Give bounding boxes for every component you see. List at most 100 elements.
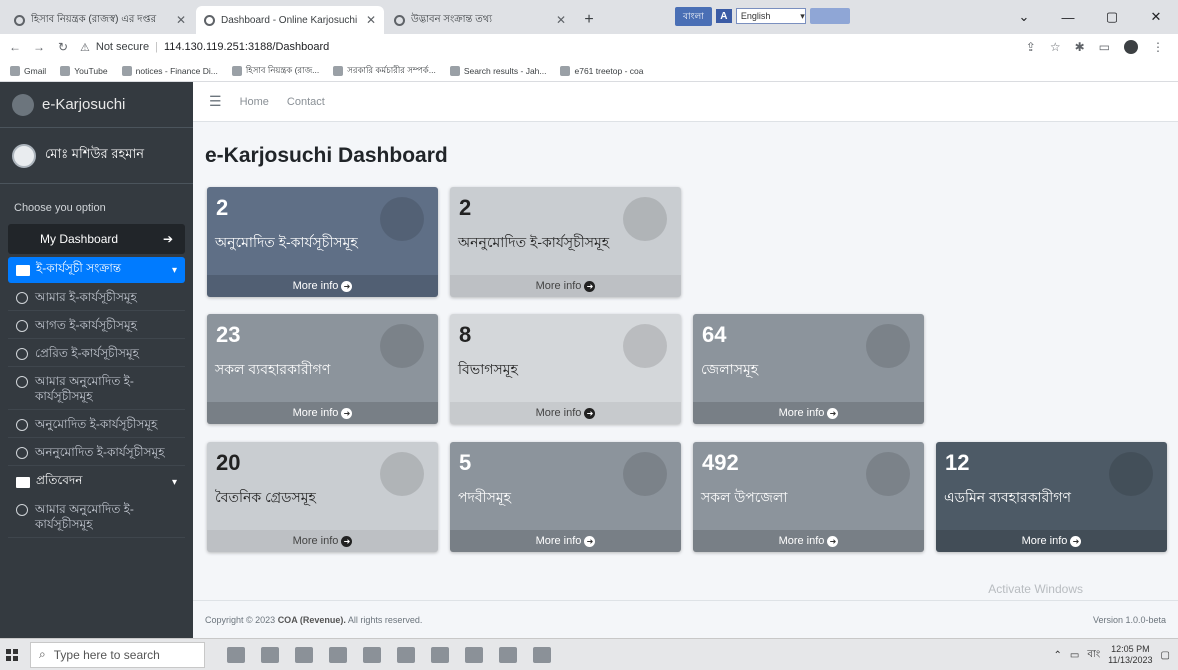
input-language-value: English [740,11,771,21]
bookmark-item[interactable]: Search results - Jah... [449,65,546,76]
chevron-up-icon[interactable]: ⌃ [1054,650,1062,661]
gmail-icon [10,65,20,76]
sidebar-item-approved[interactable]: অনুমোদিত ই-কার্যসূচীসমূহ [8,412,185,438]
circle-icon [16,292,28,304]
new-tab-button[interactable]: + [576,6,602,34]
user-name: মোঃ মশিউর রহমান [45,146,145,161]
card-background-icon [623,197,667,241]
globe-icon [333,65,344,76]
more-info-link[interactable]: More info ➜ [936,530,1167,552]
nav-contact-link[interactable]: Contact [287,96,325,108]
back-arrow-icon[interactable]: ← [8,40,22,54]
sidebar-group-karjosuchi[interactable]: ই-কার্যসূচী সংক্রান্ত ▾ [8,257,185,283]
stat-value: 23 [216,322,241,347]
file-explorer-icon[interactable] [295,646,313,663]
sidebar-item-my-approved[interactable]: আমার অনুমোদিত ই-কার্যসূচীসমূহ [8,369,185,410]
bookmarks-bar: Gmail YouTube notices - Finance Di... হি… [0,60,1178,82]
chevron-down-icon: ▾ [800,10,805,21]
app-icon[interactable] [465,646,483,663]
windows-logo-icon [6,648,18,661]
browser-tab-1[interactable]: হিসাব নিয়ন্ত্রক (রাজস্ব) এর দপ্তর ✕ [6,6,194,34]
sidebar-group-report[interactable]: প্রতিবেদন ▾ [8,469,185,495]
book-icon [16,264,30,276]
kebab-menu-icon[interactable]: ⋮ [1152,40,1164,54]
bangla-lang-button[interactable]: বাংলা [675,6,712,26]
sidebar-item-my-karjosuchi[interactable]: আমার ই-কার্যসূচীসমূহ [8,285,185,311]
close-icon[interactable]: ✕ [366,13,376,27]
bookmark-item[interactable]: সরকারি কর্মচারীর সম্পর্ক... [333,64,436,78]
more-info-link[interactable]: More info ➜ [450,402,681,424]
sidepanel-icon[interactable]: ▭ [1099,40,1110,54]
mail-icon[interactable] [397,646,415,663]
more-info-link[interactable]: More info ➜ [450,275,681,297]
circle-icon [16,419,28,431]
maximize-icon[interactable]: ▢ [1090,0,1134,34]
card-background-icon [623,324,667,368]
top-navbar: ☰ Home Contact [193,82,1178,122]
gmail-icon [449,65,460,76]
stat-label: বৈতনিক গ্রেডসমূহ [215,489,316,505]
tab-title: Dashboard - Online Karjosuchi [221,14,358,26]
bookmark-item[interactable]: notices - Finance Di... [121,65,218,76]
org-link[interactable]: COA (Revenue). [278,615,346,625]
extensions-icon[interactable]: ✱ [1075,40,1085,54]
profile-icon[interactable] [1124,40,1138,54]
sidebar-item-report-my-approved[interactable]: আমার অনুমোদিত ই-কার্যসূচীসমূহ [8,497,185,538]
sidebar-group-label: প্রতিবেদন [36,473,83,487]
sidebar-item-my-dashboard[interactable]: My Dashboard ➔ [8,224,185,254]
globe-icon [394,14,405,26]
chevron-down-icon[interactable]: ⌄ [1002,0,1046,34]
app-icon[interactable] [499,646,517,663]
input-language-select[interactable]: English ▾ [735,8,806,24]
close-icon[interactable]: ✕ [556,13,566,27]
more-info-link[interactable]: More info ➜ [207,402,438,424]
more-info-link[interactable]: More info ➜ [207,530,438,552]
circle-icon [16,320,28,332]
sidebar-item-sent[interactable]: প্রেরিত ই-কার্যসূচীসমূহ [8,341,185,367]
nav-home-link[interactable]: Home [240,96,269,108]
sidebar-item-incoming[interactable]: আগত ই-কার্যসূচীসমূহ [8,313,185,339]
brand-link[interactable]: e-Karjosuchi [0,82,193,128]
clock[interactable]: 12:05 PM 11/13/2023 [1108,644,1152,666]
widgets-icon[interactable] [261,646,279,663]
browser-tab-3[interactable]: উদ্ভাবন সংক্রান্ত তথ্য ✕ [386,6,574,34]
hamburger-menu-icon[interactable]: ☰ [209,93,222,110]
bookmark-item[interactable]: e761 treetop - coa [560,65,643,76]
edge-icon[interactable] [363,646,381,663]
bookmark-item[interactable]: YouTube [60,65,108,76]
close-window-icon[interactable]: ✕ [1134,0,1178,34]
more-info-link[interactable]: More info ➜ [693,402,924,424]
sidebar-item-unapproved[interactable]: অননুমোদিত ই-কার্যসূচীসমূহ [8,440,185,466]
windows-start-button[interactable] [0,639,24,670]
app-icon[interactable] [431,646,449,663]
network-icon[interactable]: ▭ [1070,650,1079,661]
close-icon[interactable]: ✕ [176,13,186,27]
more-info-link[interactable]: More info ➜ [207,275,438,297]
chevron-down-icon: ▾ [171,476,177,488]
input-language-indicator[interactable]: বাং [1087,647,1100,664]
minimize-icon[interactable]: — [1046,0,1090,34]
stat-card-users: 23 সকল ব্যবহারকারীগণ More info ➜ [207,314,438,424]
language-bar-options[interactable] [809,8,850,24]
more-info-link[interactable]: More info ➜ [693,530,924,552]
browser-tab-2[interactable]: Dashboard - Online Karjosuchi ✕ [196,6,384,34]
arrow-circle-right-icon: ➜ [584,280,596,292]
taskbar-search[interactable]: ⌕ Type here to search [30,641,205,668]
task-view-icon[interactable] [227,646,245,663]
stat-card-divisions: 8 বিভাগসমূহ More info ➜ [450,314,681,424]
reload-icon[interactable]: ↻ [56,40,70,54]
star-icon[interactable]: ☆ [1050,40,1061,54]
chrome-icon[interactable] [329,646,347,663]
url-field[interactable]: ⚠ Not secure | 114.130.119.251:3188/Dash… [80,41,329,54]
bookmark-item[interactable]: হিসাব নিয়ন্ত্রক (রাজ... [231,64,319,78]
bookmark-item[interactable]: Gmail [10,65,46,76]
ime-icon[interactable]: A [715,9,732,23]
user-panel[interactable]: মোঃ মশিউর রহমান [0,128,193,184]
forward-arrow-icon[interactable]: → [32,40,46,54]
share-icon[interactable]: ⇪ [1026,40,1036,54]
more-info-link[interactable]: More info ➜ [450,530,681,552]
nav-header: Choose you option [14,202,106,214]
brand-logo-icon [12,93,34,116]
opera-icon[interactable] [533,646,551,663]
notifications-icon[interactable]: ▢ [1161,650,1170,661]
